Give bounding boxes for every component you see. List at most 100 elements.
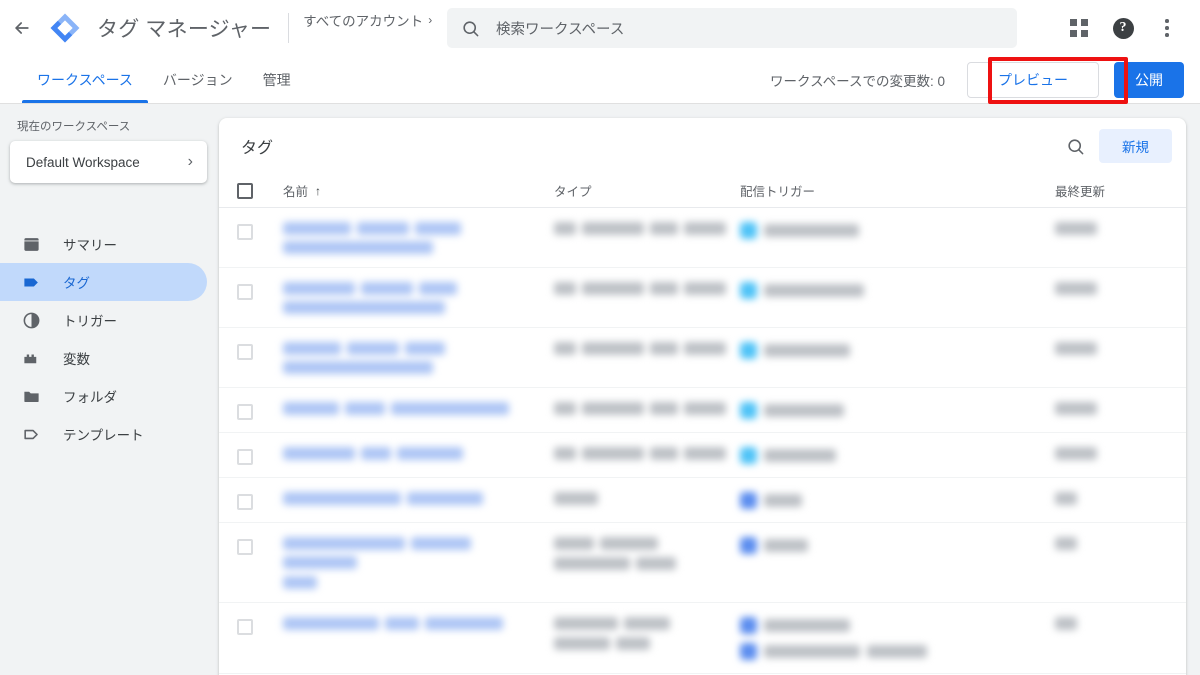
cell-firing-trigger <box>740 388 1055 432</box>
workspace-selector[interactable]: Default Workspace › <box>10 141 207 183</box>
trigger-badge-icon <box>740 643 757 660</box>
cell-tag-name[interactable] <box>283 478 554 518</box>
cell-firing-trigger <box>740 433 1055 477</box>
cell-firing-trigger <box>740 268 1055 312</box>
column-header-trigger[interactable]: 配信トリガー <box>740 181 1055 200</box>
table-row[interactable] <box>219 208 1186 268</box>
sidebar-item-summary[interactable]: サマリー <box>0 225 207 263</box>
summary-icon <box>21 234 41 254</box>
column-header-type[interactable]: タイプ <box>554 181 740 200</box>
top-bar: タグ マネージャー すべてのアカウント › 検索ワークスペース ? <box>0 0 1200 56</box>
cell-firing-trigger <box>740 603 1055 673</box>
arrow-back-icon <box>12 18 32 38</box>
row-checkbox[interactable] <box>237 224 253 240</box>
workspace-tabbar: ワークスペース バージョン 管理 ワークスペースでの変更数: 0 プレビュー 公… <box>0 56 1200 104</box>
sidebar-item-triggers[interactable]: トリガー <box>0 301 207 339</box>
table-row[interactable] <box>219 388 1186 433</box>
help-icon: ? <box>1113 18 1134 39</box>
trigger-badge-icon <box>740 492 757 509</box>
table-row[interactable] <box>219 478 1186 523</box>
row-checkbox-cell[interactable] <box>237 268 283 300</box>
tab-workspace-label: ワークスペース <box>37 70 133 90</box>
google-tag-manager-logo <box>48 11 82 45</box>
gtm-diamond-icon <box>48 11 82 45</box>
table-row[interactable] <box>219 328 1186 388</box>
cell-tag-type <box>554 208 740 248</box>
help-button[interactable]: ? <box>1104 9 1142 47</box>
row-checkbox-cell[interactable] <box>237 328 283 360</box>
search-icon <box>1066 137 1085 156</box>
row-checkbox[interactable] <box>237 449 253 465</box>
cell-tag-name[interactable] <box>283 268 554 327</box>
column-header-name[interactable]: 名前 ↑ <box>283 181 554 200</box>
sidebar-item-tags-label: タグ <box>63 272 90 292</box>
publish-button[interactable]: 公開 <box>1114 62 1184 98</box>
row-checkbox[interactable] <box>237 619 253 635</box>
cell-tag-name[interactable] <box>283 523 554 602</box>
row-checkbox[interactable] <box>237 404 253 420</box>
sidebar-item-templates[interactable]: テンプレート <box>0 415 207 453</box>
breadcrumb-all-accounts[interactable]: すべてのアカウント › <box>303 10 432 30</box>
sidebar-item-triggers-label: トリガー <box>63 310 117 330</box>
cell-tag-type <box>554 433 740 473</box>
tag-manager-app: タグ マネージャー すべてのアカウント › 検索ワークスペース ? <box>0 0 1200 675</box>
trigger-badge-icon <box>740 222 757 239</box>
chevron-right-icon: › <box>188 153 193 171</box>
table-row[interactable] <box>219 268 1186 328</box>
chevron-right-icon: › <box>428 13 432 27</box>
back-button[interactable] <box>5 11 39 45</box>
preview-button[interactable]: プレビュー <box>967 62 1099 98</box>
sidebar-item-tags[interactable]: タグ <box>0 263 207 301</box>
cell-firing-trigger <box>740 208 1055 252</box>
sidebar-item-variables[interactable]: 変数 <box>0 339 207 377</box>
sidebar-item-templates-label: テンプレート <box>63 424 144 444</box>
new-tag-button[interactable]: 新規 <box>1099 129 1172 163</box>
sidebar-item-folders[interactable]: フォルダ <box>0 377 207 415</box>
row-checkbox[interactable] <box>237 494 253 510</box>
cell-last-updated <box>1055 388 1186 428</box>
tags-table-scrollbar[interactable] <box>1179 174 1186 675</box>
workspace-search-box[interactable]: 検索ワークスペース <box>447 8 1017 48</box>
select-all-header <box>237 183 283 199</box>
more-options-button[interactable] <box>1148 9 1186 47</box>
breadcrumb-label: すべてのアカウント <box>303 10 423 30</box>
cell-tag-type <box>554 268 740 308</box>
tab-admin[interactable]: 管理 <box>248 56 306 103</box>
apps-grid-button[interactable] <box>1060 9 1098 47</box>
row-checkbox-cell[interactable] <box>237 603 283 635</box>
cell-tag-type <box>554 328 740 368</box>
table-row[interactable] <box>219 603 1186 674</box>
cell-tag-name[interactable] <box>283 603 554 643</box>
row-checkbox[interactable] <box>237 539 253 555</box>
row-checkbox-cell[interactable] <box>237 523 283 555</box>
table-row[interactable] <box>219 433 1186 478</box>
table-row[interactable] <box>219 523 1186 603</box>
tags-table-header: 名前 ↑ タイプ 配信トリガー 最終更新 <box>219 174 1186 208</box>
row-checkbox-cell[interactable] <box>237 388 283 420</box>
row-checkbox-cell[interactable] <box>237 478 283 510</box>
tab-versions[interactable]: バージョン <box>148 56 248 103</box>
cell-tag-name[interactable] <box>283 328 554 387</box>
cell-tag-name[interactable] <box>283 433 554 473</box>
cell-tag-type <box>554 523 740 583</box>
cell-tag-name[interactable] <box>283 388 554 428</box>
select-all-checkbox[interactable] <box>237 183 253 199</box>
column-header-name-label: 名前 <box>283 181 308 200</box>
more-vert-icon <box>1165 19 1169 37</box>
tags-search-button[interactable] <box>1057 128 1093 164</box>
tags-table-body <box>219 208 1186 675</box>
cell-tag-name[interactable] <box>283 208 554 267</box>
sidebar-item-folders-label: フォルダ <box>63 386 117 406</box>
tags-card: タグ 新規 名前 ↑ タイプ <box>219 118 1186 675</box>
cell-last-updated <box>1055 208 1186 248</box>
cell-tag-type <box>554 388 740 428</box>
row-checkbox-cell[interactable] <box>237 433 283 465</box>
cell-tag-type <box>554 478 740 518</box>
workspace-name: Default Workspace <box>26 155 140 170</box>
cell-last-updated <box>1055 603 1186 643</box>
row-checkbox[interactable] <box>237 284 253 300</box>
column-header-updated[interactable]: 最終更新 <box>1055 181 1186 200</box>
row-checkbox-cell[interactable] <box>237 208 283 240</box>
row-checkbox[interactable] <box>237 344 253 360</box>
tab-workspace[interactable]: ワークスペース <box>22 56 148 103</box>
